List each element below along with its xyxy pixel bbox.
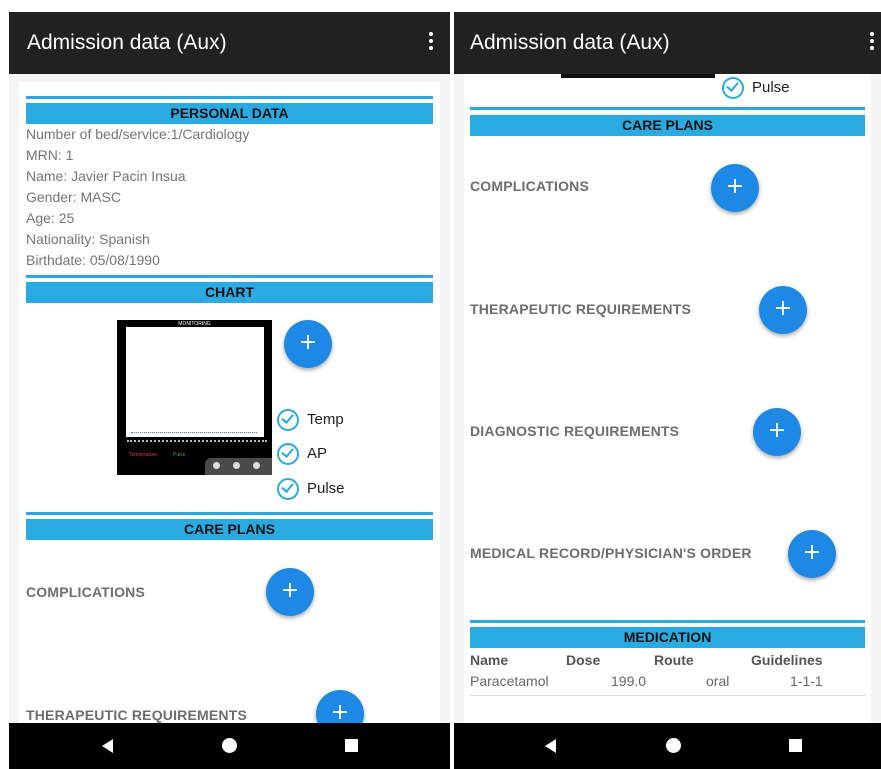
overflow-menu-icon[interactable]: [426, 32, 436, 54]
column-route: Route: [654, 652, 694, 668]
birthdate-line: Birthdate: 05/08/1990: [26, 252, 160, 268]
add-complications-button[interactable]: +: [266, 568, 314, 616]
add-therapeutic-button[interactable]: +: [759, 286, 807, 334]
personal-data-header: PERSONAL DATA: [26, 103, 433, 124]
phone-screen-left: Admission data (Aux) PERSONAL DATA Numbe…: [9, 12, 450, 769]
add-chart-button[interactable]: +: [284, 320, 332, 368]
toggle-temp-label: Temp: [307, 411, 344, 428]
add-complications-button[interactable]: +: [711, 164, 759, 212]
section-divider: [26, 275, 433, 278]
toggle-ap-label: AP: [307, 445, 328, 462]
medication-dose-cell: 199.0: [611, 673, 647, 689]
chart-thumbnail-bottom: [561, 74, 715, 78]
table-row-divider: [470, 695, 865, 696]
chart-legend-pulse: Pulse: [173, 452, 186, 458]
diagnostic-requirements-label: DIAGNOSTIC REQUIREMENTS: [470, 423, 680, 439]
care-plans-header: CARE PLANS: [470, 115, 865, 136]
section-divider: [26, 512, 433, 515]
therapeutic-requirements-label: THERAPEUTIC REQUIREMENTS: [26, 707, 248, 723]
medical-record-label: MEDICAL RECORD/PHYSICIAN'S ORDER: [470, 545, 752, 561]
home-icon[interactable]: [222, 738, 237, 753]
toggle-ap[interactable]: AP: [277, 443, 367, 467]
app-title: Admission data (Aux): [27, 31, 227, 54]
home-icon[interactable]: [666, 738, 681, 753]
section-divider: [470, 620, 865, 623]
admission-card: PERSONAL DATA Number of bed/service:1/Ca…: [19, 82, 440, 723]
medication-name-cell: Paracetamol: [470, 673, 549, 689]
mrn-line: MRN: 1: [26, 147, 74, 163]
medication-header: MEDICATION: [470, 627, 865, 648]
toggle-pulse[interactable]: Pulse: [277, 478, 367, 502]
column-guidelines: Guidelines: [751, 652, 823, 668]
scroll-content[interactable]: Pulse CARE PLANS COMPLICATIONS + THERAPE…: [454, 74, 881, 723]
medication-guidelines-cell: 1-1-1: [790, 673, 823, 689]
chart-zoom-controls[interactable]: [205, 458, 272, 475]
name-line: Name: Javier Pacin Insua: [26, 168, 186, 184]
back-icon[interactable]: [102, 739, 113, 753]
chart-thumbnail[interactable]: MONITORING Temperature Pulse: [117, 320, 272, 475]
chart-header: CHART: [26, 282, 433, 303]
toggle-temp[interactable]: Temp: [277, 409, 367, 433]
recent-apps-icon[interactable]: [345, 739, 358, 752]
screenshot-stage: Admission data (Aux) PERSONAL DATA Numbe…: [0, 0, 881, 769]
app-title: Admission data (Aux): [470, 31, 670, 54]
back-icon[interactable]: [545, 739, 556, 753]
recent-apps-icon[interactable]: [789, 739, 802, 752]
care-plans-header: CARE PLANS: [26, 519, 433, 540]
section-divider: [470, 107, 865, 110]
chart-x-ticks: [127, 440, 267, 446]
overflow-menu-icon[interactable]: [867, 32, 877, 54]
complications-label: COMPLICATIONS: [470, 178, 590, 194]
toggle-pulse-label: Pulse: [307, 480, 345, 497]
chart-plot-area: [126, 327, 264, 437]
column-name: Name: [470, 652, 509, 668]
app-bar: Admission data (Aux): [9, 12, 450, 74]
admission-card: Pulse CARE PLANS COMPLICATIONS + THERAPE…: [464, 74, 871, 723]
age-line: Age: 25: [26, 210, 75, 226]
complications-label: COMPLICATIONS: [26, 584, 146, 600]
therapeutic-requirements-label: THERAPEUTIC REQUIREMENTS: [470, 301, 692, 317]
gender-line: Gender: MASC: [26, 189, 121, 205]
section-divider: [26, 96, 433, 99]
chart-series-line: [131, 432, 257, 433]
nationality-line: Nationality: Spanish: [26, 231, 150, 247]
system-nav-bar: [454, 723, 881, 769]
scroll-content[interactable]: PERSONAL DATA Number of bed/service:1/Ca…: [9, 74, 450, 723]
add-medical-record-button[interactable]: +: [788, 530, 836, 578]
toggle-pulse[interactable]: Pulse: [722, 77, 812, 101]
medication-route-cell: oral: [706, 673, 730, 689]
phone-screen-right: Admission data (Aux) Pulse CARE PLANS CO…: [454, 12, 881, 769]
bed-service-line: Number of bed/service:1/Cardiology: [26, 126, 250, 142]
column-dose: Dose: [566, 652, 601, 668]
app-bar: Admission data (Aux): [454, 12, 881, 74]
add-therapeutic-button[interactable]: +: [316, 690, 364, 723]
chart-legend-temp: Temperature: [129, 452, 158, 458]
system-nav-bar: [9, 723, 450, 769]
add-diagnostic-button[interactable]: +: [753, 408, 801, 456]
toggle-pulse-label: Pulse: [752, 79, 790, 96]
